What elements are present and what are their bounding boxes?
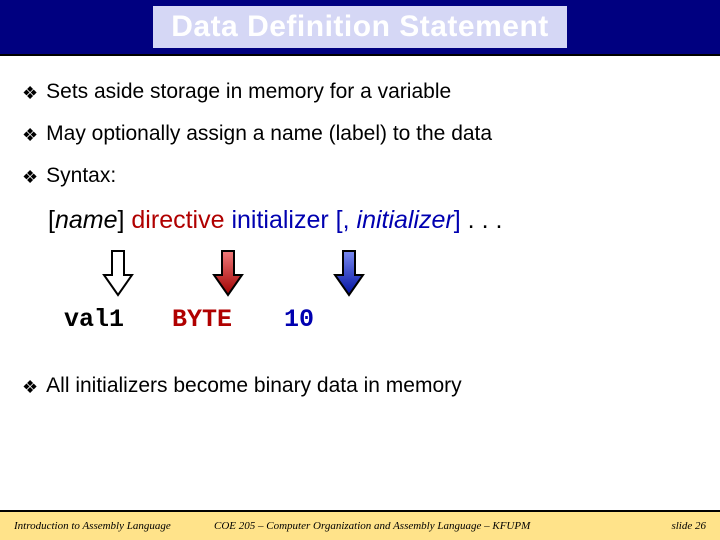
footer-right: slide 26 (671, 520, 706, 532)
arrows-row (64, 249, 698, 297)
bullet-item: ❖ Sets aside storage in memory for a var… (22, 80, 698, 106)
syntax-sep: ] (454, 206, 461, 234)
bullet-text: All initializers become binary data in m… (46, 374, 462, 398)
example-directive: BYTE (172, 305, 284, 334)
bullet-item: ❖ May optionally assign a name (label) t… (22, 122, 698, 148)
slide-title: Data Definition Statement (153, 6, 567, 48)
syntax-sep: [, (329, 206, 357, 234)
syntax-directive: directive (131, 206, 224, 234)
syntax-bracket: ] (118, 206, 125, 234)
arrow-down-icon (64, 249, 172, 297)
example-initializer: 10 (284, 305, 414, 334)
example-row: val1 BYTE 10 (64, 305, 698, 334)
bullet-item: ❖ All initializers become binary data in… (22, 374, 698, 400)
example-name: val1 (64, 305, 172, 334)
footer: Introduction to Assembly Language COE 20… (0, 510, 720, 540)
bullet-text: May optionally assign a name (label) to … (46, 122, 492, 146)
syntax-dots: . . . (461, 206, 503, 234)
syntax-initializer: initializer (231, 206, 328, 234)
bullet-item: ❖ Syntax: (22, 164, 698, 190)
syntax-line: [name] directive initializer [, initiali… (48, 206, 698, 235)
syntax-bracket: [ (48, 206, 55, 234)
bullet-diamond-icon: ❖ (22, 164, 38, 190)
syntax-initializer: initializer (357, 206, 454, 234)
footer-center: COE 205 – Computer Organization and Asse… (204, 520, 671, 532)
arrow-down-icon (172, 249, 284, 297)
bullet-diamond-icon: ❖ (22, 80, 38, 106)
syntax-name: name (55, 206, 118, 234)
bullet-text: Syntax: (46, 164, 116, 188)
bullet-diamond-icon: ❖ (22, 374, 38, 400)
bullet-text: Sets aside storage in memory for a varia… (46, 80, 451, 104)
bullet-diamond-icon: ❖ (22, 122, 38, 148)
arrow-down-icon (284, 249, 414, 297)
slide-body: ❖ Sets aside storage in memory for a var… (0, 56, 720, 400)
footer-left: Introduction to Assembly Language (14, 520, 204, 532)
title-bar: Data Definition Statement (0, 0, 720, 56)
